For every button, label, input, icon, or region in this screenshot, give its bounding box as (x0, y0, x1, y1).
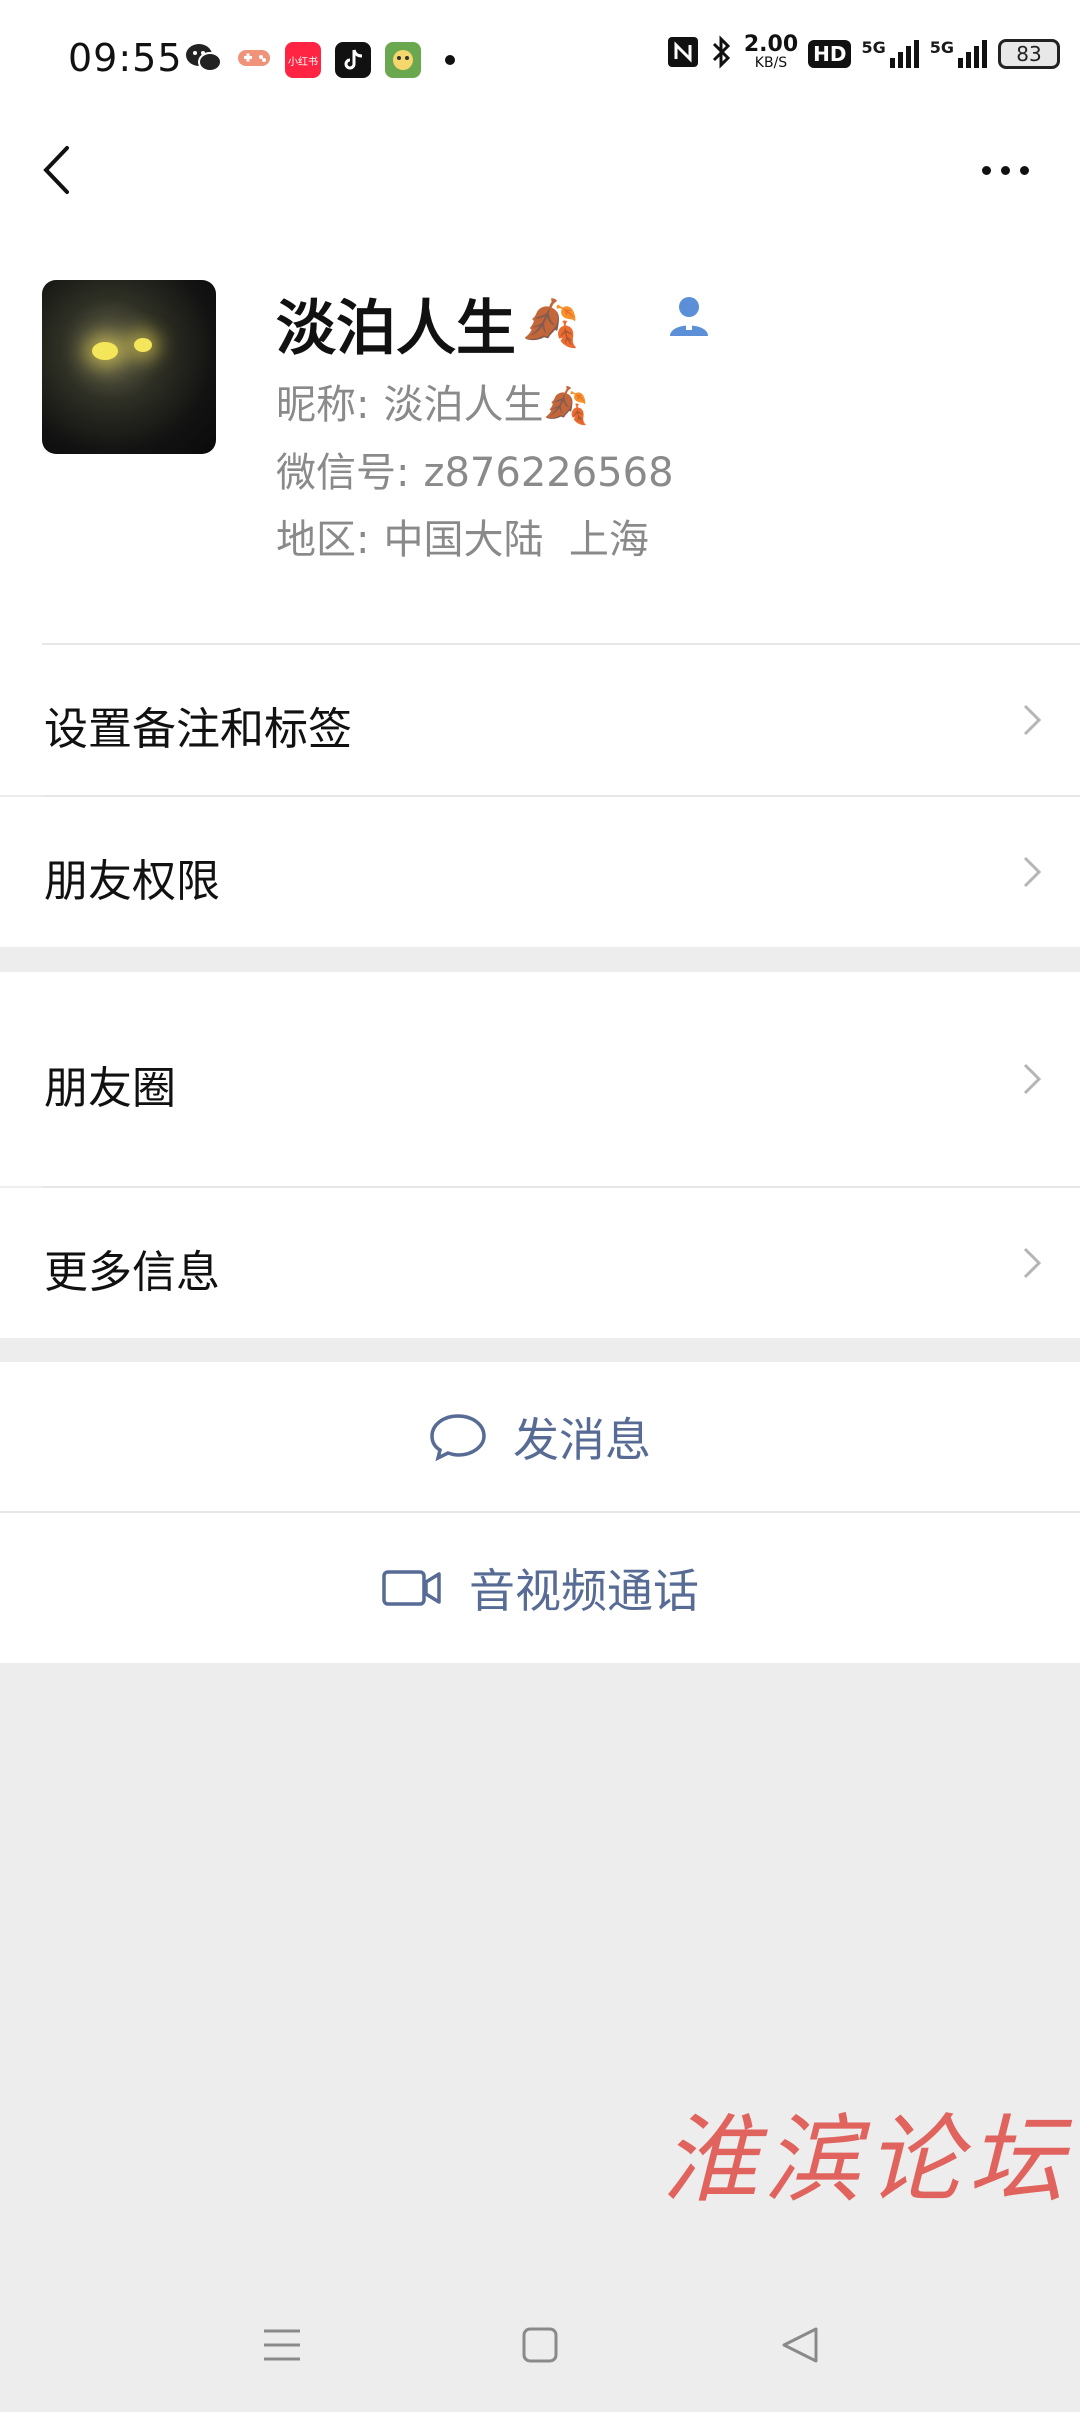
profile-name: 淡泊人生 🍂 (276, 280, 579, 367)
status-system-icons: 2.00 KB/S HD 5G 5G 83 (666, 34, 1060, 74)
wechat-id-row: 微信号: z876226568 (276, 440, 674, 498)
video-call-label: 音视频通话 (469, 1564, 699, 1618)
xiaohongshu-icon-text: 小红书 (288, 56, 318, 68)
status-app-icons: 小红书 (185, 42, 455, 78)
profile-name-text: 淡泊人生 (276, 294, 516, 364)
moments-label: 朋友圈 (44, 1063, 176, 1114)
back-button[interactable] (28, 140, 84, 200)
region-label: 地区: (276, 517, 370, 563)
avatar[interactable] (42, 280, 216, 454)
more-info-row[interactable]: 更多信息 (0, 1188, 1080, 1338)
more-dot-3 (1019, 165, 1029, 175)
chevron-right-icon (1023, 856, 1042, 888)
more-dot-2 (1000, 165, 1010, 175)
signal-icon-1: 5G (861, 38, 919, 70)
status-time: 09:55 (68, 36, 183, 80)
friend-permissions-row[interactable]: 朋友权限 (0, 797, 1080, 947)
home-button[interactable] (510, 2320, 570, 2370)
game-icon (237, 45, 271, 75)
more-info-label: 更多信息 (44, 1247, 220, 1298)
more-dot-icon (445, 55, 455, 65)
wechat-id-label: 微信号: (276, 450, 410, 496)
back-nav-button[interactable] (770, 2320, 830, 2370)
remarks-tags-label: 设置备注和标签 (44, 704, 352, 755)
net-speed-value: 2.00 (743, 32, 799, 57)
chevron-right-icon (1023, 1247, 1042, 1279)
menu-icon (264, 2329, 300, 2361)
back-triangle-icon (782, 2327, 818, 2363)
menu-button[interactable] (252, 2320, 312, 2370)
battery-level: 83 (1016, 42, 1042, 66)
hd-label: HD (813, 42, 847, 66)
leaf-emoji: 🍂 (522, 296, 580, 350)
watermark: 淮滨论坛 (662, 2104, 1070, 2216)
game-app-icon (385, 42, 421, 78)
chevron-right-icon (1023, 704, 1042, 736)
signal-label-1: 5G (861, 38, 886, 57)
tiktok-icon (335, 42, 371, 78)
more-dots-icon (981, 165, 991, 175)
nickname-row: 昵称: 淡泊人生🍂 (276, 372, 588, 430)
nickname-value: 淡泊人生 (383, 382, 544, 428)
wechat-id-value[interactable]: z876226568 (423, 450, 673, 496)
net-speed: 2.00 KB/S (743, 32, 799, 72)
region-row: 地区: 中国大陆 上海 (276, 507, 649, 565)
xiaohongshu-icon: 小红书 (285, 42, 321, 78)
avatar-eye-left (92, 342, 118, 360)
video-camera-icon (382, 1570, 441, 1606)
chevron-left-icon (43, 146, 69, 194)
nickname-emoji: 🍂 (543, 386, 589, 427)
video-call-button[interactable]: 音视频通话 (0, 1513, 1080, 1663)
bluetooth-icon (710, 34, 734, 74)
more-options-button[interactable] (960, 140, 1050, 200)
moments-row[interactable]: 朋友圈 (0, 972, 1080, 1186)
battery-icon: 83 (998, 39, 1060, 69)
region-value: 中国大陆 上海 (383, 517, 649, 563)
nfc-icon (666, 35, 700, 73)
chat-bubble-icon (430, 1414, 486, 1462)
remarks-tags-row[interactable]: 设置备注和标签 (0, 645, 1080, 795)
signal-label-2: 5G (929, 38, 954, 57)
nickname-label: 昵称: (276, 382, 370, 428)
home-square-icon (522, 2327, 558, 2363)
send-message-button[interactable]: 发消息 (0, 1362, 1080, 1512)
contact-person-icon (664, 292, 714, 342)
signal-icon-2: 5G (930, 38, 988, 70)
hd-icon: HD (808, 40, 852, 68)
avatar-eye-right (134, 338, 152, 352)
chevron-right-icon (1023, 1063, 1042, 1095)
wechat-icon (185, 42, 223, 78)
friend-permissions-label: 朋友权限 (44, 856, 220, 907)
send-message-label: 发消息 (513, 1413, 651, 1467)
